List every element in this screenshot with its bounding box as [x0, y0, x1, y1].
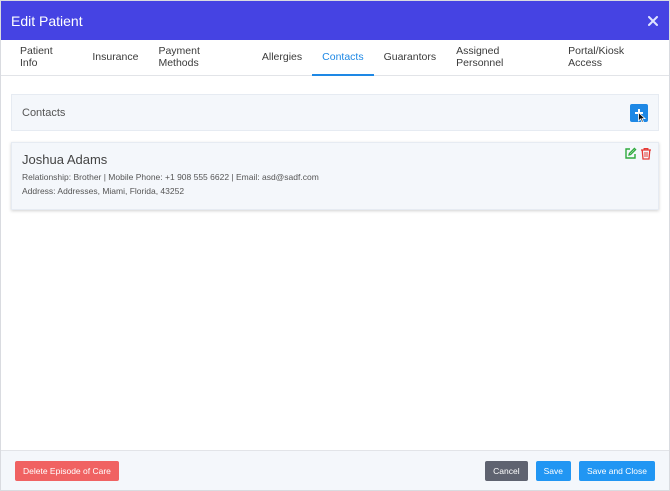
tab-payment-methods[interactable]: Payment Methods: [148, 40, 251, 76]
contact-address: Address: Addresses, Miami, Florida, 4325…: [22, 186, 185, 196]
trash-icon[interactable]: [640, 147, 652, 160]
edit-icon[interactable]: [624, 147, 637, 160]
save-and-close-button[interactable]: Save and Close: [578, 460, 655, 481]
contact-card: Joshua Adams Relationship: Brother | Mob…: [11, 142, 659, 210]
tab-portal-kiosk-access[interactable]: Portal/Kiosk Access: [558, 40, 669, 76]
contacts-section-header: Contacts: [11, 94, 659, 131]
tab-allergies[interactable]: Allergies: [252, 40, 312, 76]
tab-assigned-personnel[interactable]: Assigned Personnel: [446, 40, 558, 76]
modal-header: Edit Patient: [1, 1, 669, 40]
modal-title: Edit Patient: [11, 12, 83, 29]
contact-details: Relationship: Brother | Mobile Phone: +1…: [22, 172, 319, 182]
section-title: Contacts: [22, 106, 66, 119]
tab-guarantors[interactable]: Guarantors: [374, 40, 447, 76]
card-actions: [624, 147, 652, 160]
tab-contacts[interactable]: Contacts: [312, 40, 374, 76]
tab-bar: Patient Info Insurance Payment Methods A…: [1, 40, 669, 76]
contact-name: Joshua Adams: [22, 152, 108, 167]
cursor-icon: [638, 111, 646, 123]
tab-patient-info[interactable]: Patient Info: [10, 40, 82, 76]
modal-footer: Delete Episode of Care Cancel Save Save …: [1, 450, 669, 490]
tab-insurance[interactable]: Insurance: [82, 40, 148, 76]
footer-actions: Cancel Save Save and Close: [485, 460, 655, 481]
tab-content: Contacts Joshua Adams Relationship: Brot…: [1, 76, 669, 210]
delete-episode-button[interactable]: Delete Episode of Care: [15, 460, 119, 481]
close-icon[interactable]: [647, 15, 659, 27]
edit-patient-modal: Edit Patient Patient Info Insurance Paym…: [0, 0, 670, 491]
add-contact-button[interactable]: [630, 103, 648, 123]
cancel-button[interactable]: Cancel: [485, 460, 528, 481]
save-button[interactable]: Save: [535, 460, 571, 481]
